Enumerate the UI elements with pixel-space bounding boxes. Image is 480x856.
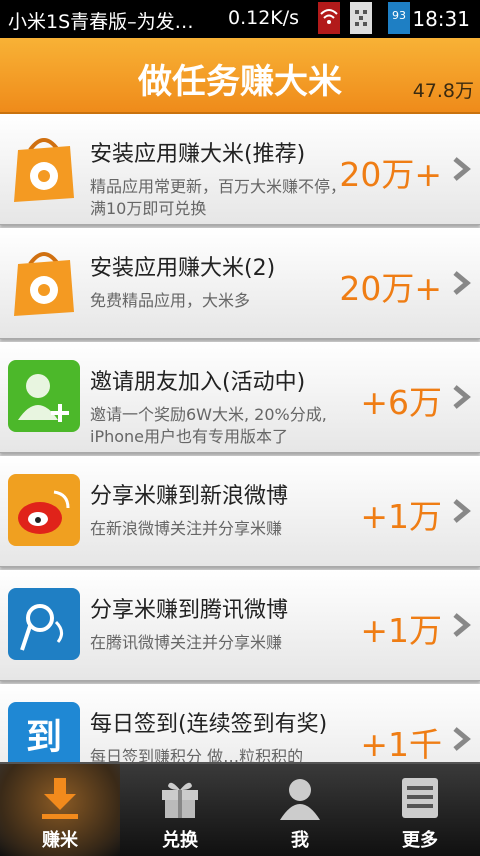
add-friend-icon (8, 360, 80, 432)
chevron-right-icon (453, 499, 471, 523)
task-row[interactable]: 分享米赚到新浪微博 在新浪微博关注并分享米赚 +1万 (0, 456, 480, 567)
task-reward: 20万+ (339, 155, 442, 194)
gift-icon (162, 782, 198, 818)
shopping-bag-icon (14, 252, 74, 316)
rice-balance: 47.8万 (412, 80, 474, 102)
page-title: 做任务赚大米 (138, 62, 342, 102)
task-desc: 在新浪微博关注并分享米赚 (90, 519, 283, 538)
chevron-right-icon (453, 727, 471, 751)
battery-icon: 93 (388, 2, 410, 34)
checkin-icon: 到 (8, 702, 80, 762)
chevron-right-icon (453, 271, 471, 295)
task-desc: 免费精品应用，大米多 (90, 291, 251, 310)
task-desc: 每日签到赚积分 做…粒积积的 (90, 747, 304, 762)
task-desc: 邀请一个奖励6W大米, 20%分成, iPhone用户也有专用版本了 (90, 405, 327, 446)
tencent-weibo-icon (8, 588, 80, 660)
bottom-tab-bar: 赚米 兑换 我 更多 (0, 762, 480, 856)
tab-label: 我 (291, 830, 309, 851)
task-row[interactable]: 分享米赚到腾讯微博 在腾讯微博关注并分享米赚 +1万 (0, 570, 480, 681)
tab-label: 更多 (402, 830, 438, 851)
task-row[interactable]: 到 每日签到(连续签到有奖) 每日签到赚积分 做…粒积积的 +1千 (0, 684, 480, 762)
wifi-icon (318, 2, 340, 34)
shopping-bag-icon (14, 138, 74, 202)
person-icon (280, 779, 320, 820)
tab-me[interactable]: 我 (240, 764, 360, 856)
task-row[interactable]: 邀请朋友加入(活动中) 邀请一个奖励6W大米, 20%分成, iPhone用户也… (0, 342, 480, 453)
notification-text: 小米1S青春版–为发… (8, 11, 194, 33)
clock: 18:31 (412, 7, 470, 31)
tab-more[interactable]: 更多 (360, 764, 480, 856)
sina-weibo-icon (8, 474, 80, 546)
chevron-right-icon (453, 157, 471, 181)
chevron-right-icon (453, 385, 471, 409)
tab-earn[interactable]: 赚米 (0, 764, 120, 856)
task-desc: 精品应用常更新，百万大米赚不停，满10万即可兑换 (90, 177, 347, 218)
tab-label: 赚米 (42, 830, 78, 851)
task-reward: +1万 (360, 497, 442, 536)
task-list: 安装应用赚大米(推荐) 精品应用常更新，百万大米赚不停，满10万即可兑换 20万… (0, 114, 480, 762)
task-reward: +1千 (360, 725, 442, 762)
task-reward: 20万+ (339, 269, 442, 308)
net-speed: 0.12K/s (228, 7, 300, 29)
chevron-right-icon (453, 613, 471, 637)
tab-label: 兑换 (162, 830, 198, 851)
task-title: 安装应用赚大米(推荐) (90, 142, 306, 167)
task-reward: +6万 (360, 383, 442, 422)
task-desc: 在腾讯微博关注并分享米赚 (90, 633, 283, 652)
task-reward: +1万 (360, 611, 442, 650)
list-icon (402, 778, 438, 818)
signal-icon (350, 2, 372, 34)
task-row[interactable]: 安装应用赚大米(推荐) 精品应用常更新，百万大米赚不停，满10万即可兑换 20万… (0, 114, 480, 225)
header: 做任务赚大米 47.8万 (0, 38, 480, 114)
download-icon (42, 778, 78, 819)
tab-exchange[interactable]: 兑换 (120, 764, 240, 856)
task-title: 安装应用赚大米(2) (90, 256, 276, 281)
task-title: 分享米赚到腾讯微博 (90, 598, 289, 623)
task-title: 每日签到(连续签到有奖) (90, 712, 328, 737)
status-bar: 小米1S青春版–为发… 0.12K/s 93 18:31 (0, 0, 480, 38)
task-title: 分享米赚到新浪微博 (90, 484, 289, 509)
task-title: 邀请朋友加入(活动中) (90, 370, 306, 395)
task-row[interactable]: 安装应用赚大米(2) 免费精品应用，大米多 20万+ (0, 228, 480, 339)
